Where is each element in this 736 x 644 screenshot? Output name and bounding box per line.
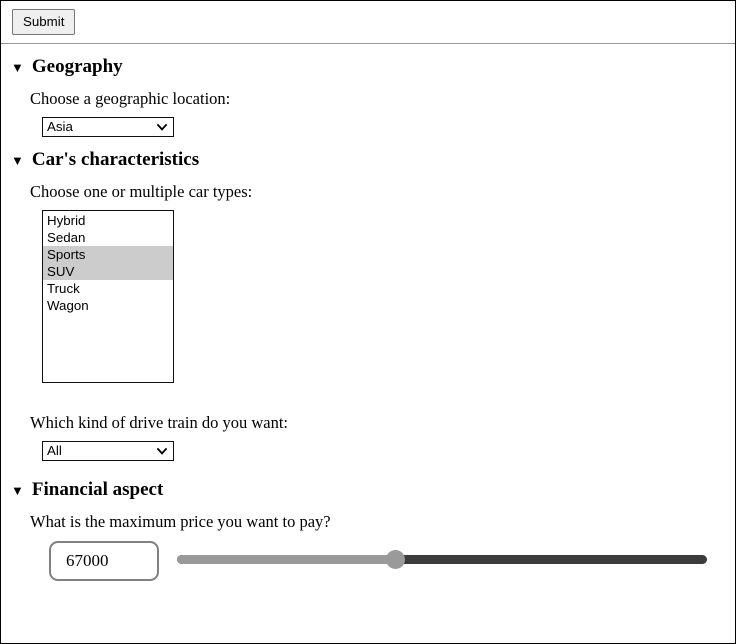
- section-financial-aspect: ▼ Financial aspect What is the maximum p…: [1, 479, 735, 581]
- section-heading-geography[interactable]: ▼ Geography: [1, 56, 735, 78]
- price-row: [1, 541, 735, 581]
- price-input[interactable]: [49, 541, 159, 581]
- section-heading-car-characteristics[interactable]: ▼ Car's characteristics: [1, 149, 735, 171]
- select-shell-location: Asia: [42, 117, 174, 137]
- label-car-types: Choose one or multiple car types:: [30, 182, 253, 201]
- list-item[interactable]: Hybrid: [43, 212, 173, 229]
- select-shell-drive-train: All: [42, 441, 174, 461]
- page-frame: Submit ▼ Geography Choose a geographic l…: [0, 0, 736, 644]
- geography-select-wrap: Asia: [1, 117, 735, 137]
- section-heading-financial-aspect[interactable]: ▼ Financial aspect: [1, 479, 735, 501]
- select-drive-train[interactable]: All: [42, 441, 174, 461]
- price-slider[interactable]: [177, 541, 707, 581]
- drive-train-select-wrap: All: [1, 441, 735, 461]
- section-title-geography: Geography: [31, 56, 123, 77]
- section-geography: ▼ Geography Choose a geographic location…: [1, 56, 735, 137]
- section-car-characteristics: ▼ Car's characteristics Choose one or mu…: [1, 149, 735, 461]
- label-geographic-location: Choose a geographic location:: [30, 89, 231, 108]
- list-item[interactable]: Wagon: [43, 297, 173, 314]
- list-item[interactable]: SUV: [43, 263, 173, 280]
- list-item[interactable]: Sedan: [43, 229, 173, 246]
- section-title-financial-aspect: Financial aspect: [31, 479, 164, 500]
- disclosure-triangle-icon[interactable]: ▼: [11, 484, 24, 497]
- submit-row: Submit: [1, 1, 735, 35]
- header-divider: [1, 43, 735, 44]
- disclosure-triangle-icon[interactable]: ▼: [11, 61, 24, 74]
- disclosure-triangle-icon[interactable]: ▼: [11, 154, 24, 167]
- slider-thumb[interactable]: [386, 550, 405, 569]
- list-item[interactable]: Sports: [43, 246, 173, 263]
- slider-track-lower[interactable]: [177, 555, 395, 564]
- car-types-listbox-wrap: Hybrid Sedan Sports SUV Truck Wagon: [1, 210, 735, 383]
- listbox-car-types[interactable]: Hybrid Sedan Sports SUV Truck Wagon: [42, 210, 174, 383]
- list-item[interactable]: Truck: [43, 280, 173, 297]
- submit-button[interactable]: Submit: [12, 9, 76, 35]
- label-drive-train: Which kind of drive train do you want:: [30, 413, 288, 432]
- label-maximum-price: What is the maximum price you want to pa…: [30, 512, 331, 531]
- select-geographic-location[interactable]: Asia: [42, 117, 174, 137]
- section-title-car-characteristics: Car's characteristics: [31, 149, 200, 170]
